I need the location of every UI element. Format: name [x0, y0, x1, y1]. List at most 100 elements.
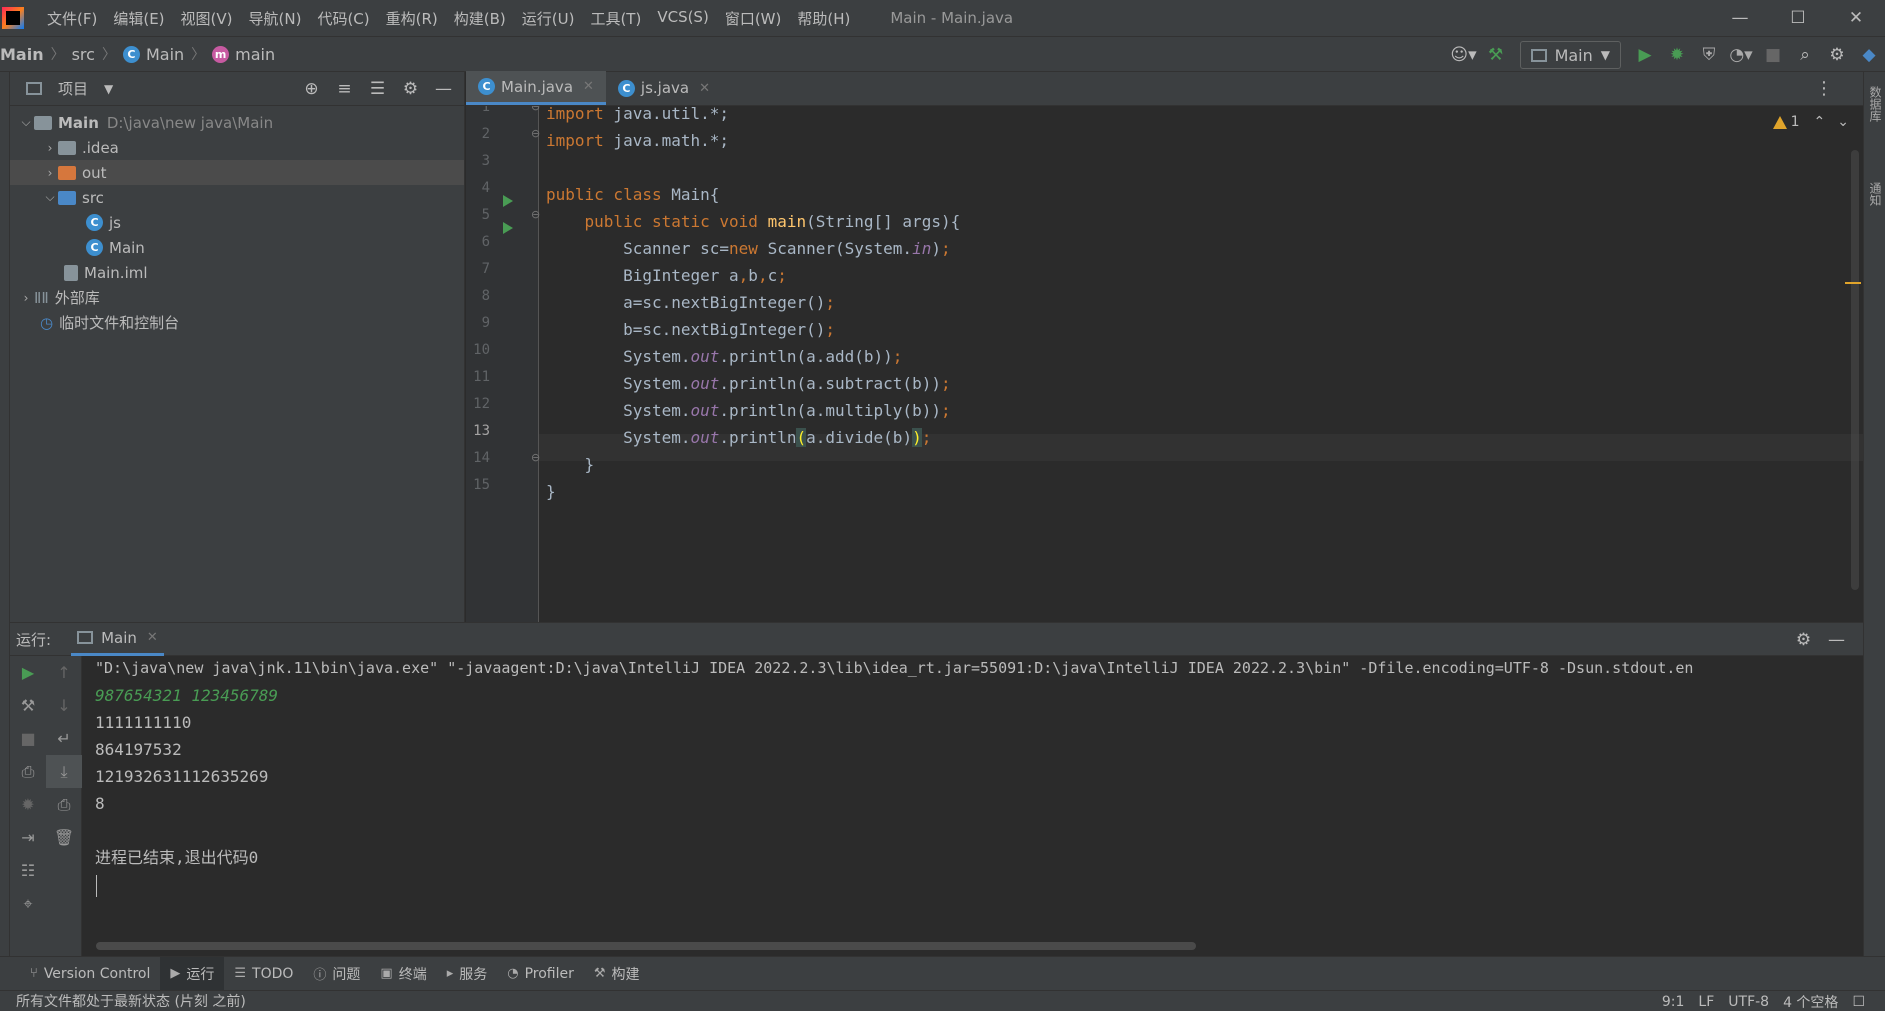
run-class-gutter-icon[interactable] — [503, 195, 513, 207]
tree-item-out[interactable]: › out — [10, 160, 464, 185]
toolwindow-problems[interactable]: ⓘ 问题 — [303, 957, 370, 991]
jetbrains-toolbox-icon[interactable]: ◆ — [1853, 39, 1885, 71]
chevron-down-icon[interactable]: ⌵ — [42, 190, 58, 205]
fold-icon[interactable]: ⊖ — [531, 127, 540, 140]
fold-icon[interactable]: ⊖ — [531, 208, 540, 221]
hide-panel-icon[interactable]: — — [1820, 630, 1853, 650]
toolwindow-services[interactable]: ▸ 服务 — [437, 957, 498, 991]
chevron-right-icon[interactable]: › — [42, 166, 58, 180]
close-icon[interactable]: ✕ — [147, 630, 158, 645]
toolwindow-terminal[interactable]: ▣ 终端 — [370, 957, 436, 991]
lock-icon[interactable]: ☐ — [1852, 994, 1865, 1010]
maximize-icon[interactable]: ☐ — [1769, 0, 1827, 36]
arrow-down-icon[interactable]: ↓ — [46, 689, 82, 722]
more-options-icon[interactable]: ⋮ — [1815, 78, 1833, 99]
console-horizontal-scrollbar[interactable] — [96, 942, 1196, 950]
database-tool-label[interactable]: 数据库 — [1867, 86, 1884, 122]
menu-file[interactable]: 文件(F) — [39, 8, 105, 29]
menu-window[interactable]: 窗口(W) — [717, 8, 790, 29]
tree-item-main-iml[interactable]: Main.iml — [10, 260, 464, 285]
gear-icon[interactable]: ⚙ — [394, 79, 427, 99]
chevron-up-icon[interactable]: ⌃ — [1814, 114, 1826, 130]
run-tab-main[interactable]: Main ✕ — [71, 622, 164, 656]
expand-all-icon[interactable]: ≡ — [328, 79, 361, 99]
breadcrumb-class[interactable]: C Main — [122, 45, 184, 64]
wrench-icon[interactable]: ⚒ — [10, 689, 46, 722]
stop-icon[interactable]: ■ — [1757, 39, 1789, 71]
coverage-icon[interactable]: ⛨ — [1693, 39, 1725, 71]
toolwindow-build[interactable]: ⚒ 构建 — [584, 957, 650, 991]
chevron-down-icon[interactable]: ⌵ — [18, 115, 34, 130]
gear-icon[interactable]: ⚙ — [1787, 630, 1820, 650]
indent-setting[interactable]: 4 个空格 — [1783, 992, 1838, 1011]
tree-item-idea[interactable]: › .idea — [10, 135, 464, 160]
scroll-to-end-icon[interactable]: ⤓ — [46, 755, 82, 788]
stop-icon[interactable]: ■ — [10, 722, 46, 755]
warning-stripe-marker[interactable] — [1845, 282, 1861, 284]
profile-icon[interactable]: ◔▾ — [1725, 39, 1757, 71]
settings-gear-icon[interactable]: ⚙ — [1821, 39, 1853, 71]
toolwindow-profiler[interactable]: ◔ Profiler — [497, 957, 584, 991]
menu-help[interactable]: 帮助(H) — [789, 8, 858, 29]
search-icon[interactable]: ⌕ — [1789, 39, 1821, 71]
tab-main-java[interactable]: C Main.java ✕ — [466, 71, 606, 105]
status-message[interactable]: 所有文件都处于最新状态 (片刻 之前) — [16, 991, 246, 1011]
arrow-up-icon[interactable]: ↑ — [46, 656, 82, 689]
locate-icon[interactable]: ⊕ — [295, 79, 328, 99]
breadcrumb-method[interactable]: m main — [212, 45, 275, 64]
menu-navigate[interactable]: 导航(N) — [241, 8, 310, 29]
camera-icon[interactable]: ⎙ — [10, 755, 46, 788]
run-config-select[interactable]: Main ▼ — [1519, 41, 1621, 69]
tree-item-main-project[interactable]: ⌵ Main D:\java\new java\Main — [10, 110, 464, 135]
menu-code[interactable]: 代码(C) — [309, 8, 377, 29]
run-icon[interactable]: ▶ — [1629, 39, 1661, 71]
fold-icon[interactable]: ⊖ — [531, 451, 540, 464]
close-icon[interactable]: ✕ — [699, 81, 710, 96]
chevron-down-icon[interactable]: ▼ — [104, 82, 113, 96]
minimize-icon[interactable]: — — [1711, 0, 1769, 36]
hide-panel-icon[interactable]: — — [427, 79, 460, 99]
print-icon[interactable]: ⎙ — [46, 788, 82, 821]
run-method-gutter-icon[interactable] — [503, 222, 513, 234]
line-separator[interactable]: LF — [1698, 994, 1714, 1010]
trash-icon[interactable]: 🗑 — [46, 821, 82, 854]
breadcrumb-project[interactable]: Main — [0, 45, 44, 64]
tab-js-java[interactable]: C js.java ✕ — [606, 71, 722, 105]
tree-item-src[interactable]: ⌵ src — [10, 185, 464, 210]
inspection-widget[interactable]: 1 ⌃ ⌄ — [1772, 114, 1849, 130]
run-console[interactable]: "D:\java\new java\jnk.11\bin\java.exe" "… — [82, 656, 1863, 956]
toolwindow-version-control[interactable]: ⑂ Version Control — [20, 957, 160, 991]
breadcrumb-src[interactable]: src — [72, 45, 95, 64]
collapse-all-icon[interactable]: ☰ — [361, 79, 394, 99]
debug-icon[interactable]: ✹ — [1661, 39, 1693, 71]
rerun-icon[interactable]: ▶ — [10, 656, 46, 689]
pin-icon[interactable]: ⌖ — [10, 887, 46, 920]
soft-wrap-icon[interactable]: ↵ — [46, 722, 82, 755]
build-hammer-icon[interactable]: ⚒ — [1480, 39, 1512, 71]
fold-icon[interactable]: ⊖ — [531, 106, 540, 113]
close-window-icon[interactable]: ✕ — [1827, 0, 1885, 36]
editor-scrollbar[interactable] — [1851, 150, 1859, 590]
layout-icon[interactable]: ☷ — [10, 854, 46, 887]
project-title[interactable]: 项目 — [58, 78, 88, 99]
notifications-tool-label[interactable]: 通知 — [1867, 182, 1884, 206]
menu-view[interactable]: 视图(V) — [173, 8, 241, 29]
code-editor[interactable]: 1 2 3 4 5 6 7 8 9 10 11 12 13 14 15 ⊖ ⊖ … — [466, 106, 1863, 622]
tree-item-scratches[interactable]: ◷ 临时文件和控制台 — [10, 310, 464, 335]
menu-run[interactable]: 运行(U) — [514, 8, 583, 29]
tree-item-external-libs[interactable]: › ⅡⅡ 外部库 — [10, 285, 464, 310]
menu-build[interactable]: 构建(B) — [446, 8, 514, 29]
user-icon[interactable]: ☺▾ — [1448, 39, 1480, 71]
menu-edit[interactable]: 编辑(E) — [105, 8, 172, 29]
tree-item-js[interactable]: C js — [10, 210, 464, 235]
chevron-right-icon[interactable]: › — [42, 141, 58, 155]
menu-tools[interactable]: 工具(T) — [582, 8, 649, 29]
close-icon[interactable]: ✕ — [583, 79, 594, 94]
exit-icon[interactable]: ⇥ — [10, 821, 46, 854]
tree-item-main-class[interactable]: C Main — [10, 235, 464, 260]
toolwindow-todo[interactable]: ☰ TODO — [224, 957, 303, 991]
chevron-down-icon[interactable]: ⌄ — [1837, 114, 1849, 130]
file-encoding[interactable]: UTF-8 — [1728, 994, 1769, 1010]
menu-vcs[interactable]: VCS(S) — [649, 8, 716, 29]
caret-position[interactable]: 9:1 — [1662, 994, 1685, 1010]
